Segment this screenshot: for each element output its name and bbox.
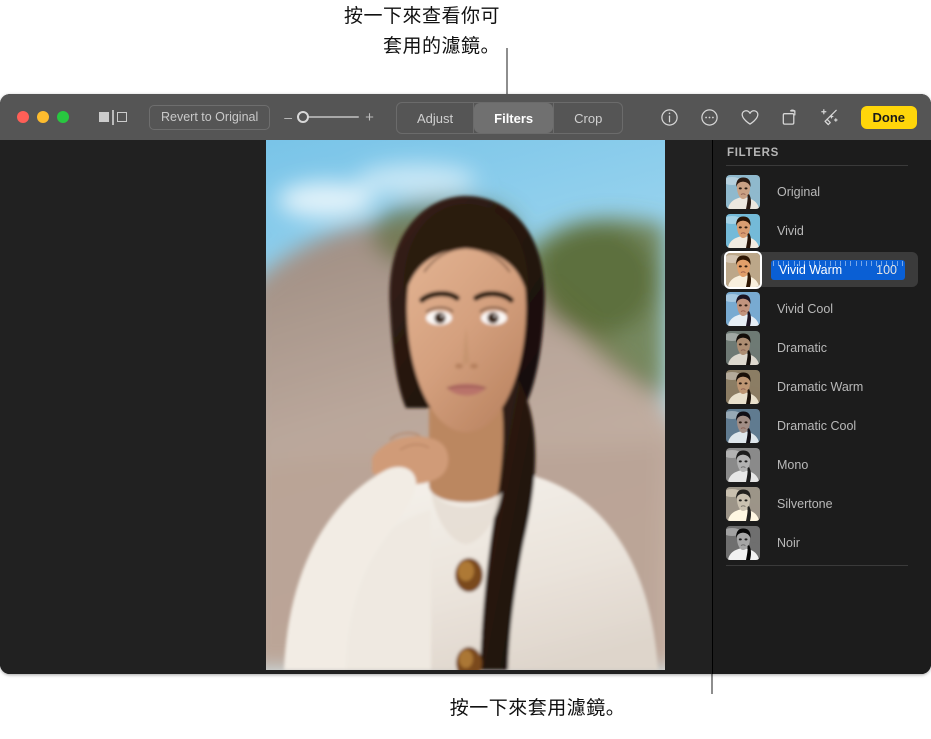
callout-bottom-text: 按一下來套用濾鏡。 xyxy=(449,698,626,719)
minimize-button[interactable] xyxy=(37,111,49,123)
auto-enhance-icon[interactable] xyxy=(819,106,841,128)
zoom-out-icon[interactable]: – xyxy=(284,110,292,124)
edit-mode-segmented-control[interactable]: Adjust Filters Crop xyxy=(396,102,624,134)
filter-label: Vivid Warm xyxy=(779,262,843,277)
filter-row-vivid[interactable]: Vivid xyxy=(713,211,931,250)
filter-row-noir[interactable]: Noir xyxy=(713,523,931,562)
filter-intensity-slider[interactable]: Vivid Warm 100 xyxy=(771,259,905,280)
zoom-slider-track-wrap[interactable] xyxy=(297,110,360,124)
toolbar-right-actions: Done xyxy=(659,94,917,140)
filter-thumbnail[interactable] xyxy=(726,369,760,404)
window-body: FILTERS Original Vivid Vivid Warm 100 Vi… xyxy=(0,140,931,674)
filter-row-dramatic-warm[interactable]: Dramatic Warm xyxy=(713,367,931,406)
sidebar-toggle-outline-square xyxy=(117,112,127,122)
filters-title-divider xyxy=(726,165,908,166)
zoom-slider-knob[interactable] xyxy=(297,111,310,123)
filter-thumbnail[interactable] xyxy=(726,447,760,482)
filter-row-vivid-warm[interactable]: Vivid Warm 100 xyxy=(713,250,931,289)
filter-row-dramatic[interactable]: Dramatic xyxy=(713,328,931,367)
zoom-in-icon[interactable]: + xyxy=(365,110,374,125)
tab-crop[interactable]: Crop xyxy=(554,103,622,133)
zoom-slider-track xyxy=(301,115,360,119)
photos-editor-window: Revert to Original – + Adjust Filters Cr… xyxy=(0,94,931,674)
filter-label: Original xyxy=(777,184,821,199)
callout-top-text: 按一下來查看你可 套用的濾鏡。 xyxy=(343,6,500,57)
tab-filters[interactable]: Filters xyxy=(474,103,554,133)
filter-thumbnail[interactable] xyxy=(726,330,760,365)
filter-thumbnail[interactable] xyxy=(726,486,760,521)
window-toolbar: Revert to Original – + Adjust Filters Cr… xyxy=(0,94,931,140)
favorite-heart-icon[interactable] xyxy=(739,106,761,128)
edited-photo[interactable] xyxy=(266,140,665,670)
sidebar-toggle-divider xyxy=(112,109,114,125)
filter-thumbnail[interactable] xyxy=(726,213,760,248)
filters-bottom-divider xyxy=(726,565,908,566)
filter-label: Vivid xyxy=(777,223,804,238)
more-options-icon[interactable] xyxy=(699,106,721,128)
sidebar-toggle-icon[interactable] xyxy=(99,109,127,125)
filter-label: Noir xyxy=(777,535,800,550)
info-icon[interactable] xyxy=(659,106,681,128)
filter-thumbnail[interactable] xyxy=(726,252,760,287)
zoom-slider[interactable]: – + xyxy=(284,110,374,125)
filter-row-original[interactable]: Original xyxy=(713,172,931,211)
traffic-lights xyxy=(17,111,69,123)
rotate-icon[interactable] xyxy=(779,106,801,128)
filter-label: Dramatic Cool xyxy=(777,418,857,433)
tab-adjust[interactable]: Adjust xyxy=(397,103,473,133)
filters-sidebar: FILTERS Original Vivid Vivid Warm 100 Vi… xyxy=(713,140,931,674)
filter-row-vivid-cool[interactable]: Vivid Cool xyxy=(713,289,931,328)
filter-thumbnail[interactable] xyxy=(726,174,760,209)
filters-list: Original Vivid Vivid Warm 100 Vivid Cool… xyxy=(713,172,931,562)
done-button[interactable]: Done xyxy=(860,105,917,129)
filters-panel-title: FILTERS xyxy=(727,147,779,159)
filter-label: Dramatic xyxy=(777,340,828,355)
photo-portrait-graphic xyxy=(266,140,665,670)
filter-label: Dramatic Warm xyxy=(777,379,864,394)
revert-to-original-button[interactable]: Revert to Original xyxy=(149,104,271,130)
filter-label: Silvertone xyxy=(777,496,833,511)
filter-thumbnail[interactable] xyxy=(726,291,760,326)
filter-thumbnail[interactable] xyxy=(726,408,760,443)
filter-intensity-value: 100 xyxy=(876,262,897,277)
filter-thumbnail[interactable] xyxy=(726,525,760,560)
photo-canvas-area xyxy=(0,140,714,674)
close-button[interactable] xyxy=(17,111,29,123)
filter-row-mono[interactable]: Mono xyxy=(713,445,931,484)
filter-row-dramatic-cool[interactable]: Dramatic Cool xyxy=(713,406,931,445)
zoom-button[interactable] xyxy=(57,111,69,123)
filter-label: Mono xyxy=(777,457,809,472)
filter-label: Vivid Cool xyxy=(777,301,834,316)
filter-row-silvertone[interactable]: Silvertone xyxy=(713,484,931,523)
sidebar-toggle-filled-square xyxy=(99,112,109,122)
